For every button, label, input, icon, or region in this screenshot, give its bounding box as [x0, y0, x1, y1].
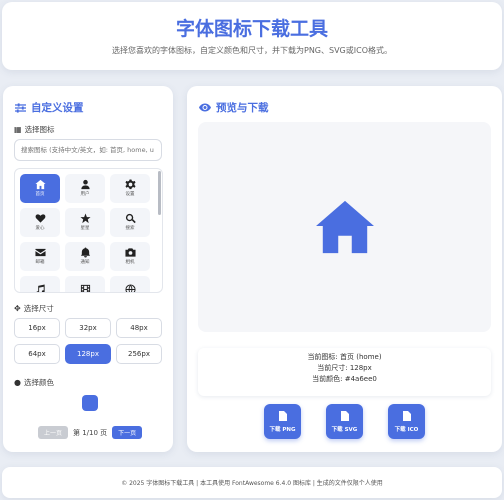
camera-icon — [124, 248, 136, 257]
download-png-label: 下载 PNG — [269, 426, 296, 433]
size-option-256px[interactable]: 256px — [116, 344, 162, 364]
settings-title-text: 自定义设置 — [31, 102, 84, 114]
icon-option-label: 爱心 — [35, 226, 45, 232]
file-icon — [402, 410, 411, 421]
film-icon — [80, 284, 90, 292]
icon-search-input[interactable] — [14, 139, 162, 161]
icon-option-gear[interactable]: 设置 — [110, 174, 150, 203]
select-color-label: ● 选择颜色 — [14, 377, 54, 388]
select-icon-label: ▦ 选择图标 — [14, 124, 55, 135]
preview-title: 预览与下载 — [199, 100, 269, 115]
download-ico-button[interactable]: 下载 ICO — [388, 404, 425, 439]
icon-option-bell[interactable]: 通知 — [65, 242, 105, 271]
download-svg-label: 下载 SVG — [331, 426, 358, 433]
size-option-64px[interactable]: 64px — [14, 344, 60, 364]
color-picker[interactable] — [82, 395, 98, 411]
search-icon — [125, 214, 136, 224]
file-image-icon — [278, 410, 287, 421]
house-icon — [315, 200, 374, 254]
select-size-label: ✥ 选择尺寸 — [14, 303, 54, 314]
star-icon — [79, 213, 91, 224]
file-code-icon — [340, 410, 349, 421]
pagination: 上一页 第 1/10 页 下一页 — [38, 426, 143, 439]
icon-option-house[interactable]: 首页 — [20, 174, 60, 203]
size-option-48px[interactable]: 48px — [116, 318, 162, 338]
bell-icon — [80, 247, 90, 258]
eye-icon — [199, 103, 211, 112]
prev-page-button[interactable]: 上一页 — [38, 426, 68, 439]
icon-preview-area — [198, 122, 491, 332]
preview-title-text: 预览与下载 — [216, 102, 269, 114]
heart-icon — [35, 214, 45, 223]
icon-grid: 首页 用户 设置爱心 星星 搜索邮箱 通知 相机 — [20, 174, 150, 292]
preview-panel: 预览与下载 当前图标: 首页 (home) 当前尺寸: 128px 当前颜色: … — [187, 86, 502, 452]
download-ico-label: 下载 ICO — [394, 426, 419, 433]
current-color-text: 当前颜色: #4a6ee0 — [312, 375, 377, 383]
icon-option-label: 首页 — [35, 192, 45, 198]
envelope-icon — [34, 249, 46, 257]
house-icon — [34, 180, 46, 190]
size-option-32px[interactable]: 32px — [65, 318, 111, 338]
icon-option-camera[interactable]: 相机 — [110, 242, 150, 271]
app-subtitle: 选择您喜欢的字体图标，自定义颜色和尺寸，并下载为PNG、SVG或ICO格式。 — [112, 46, 392, 55]
app-title: 字体图标下载工具 — [175, 18, 328, 40]
settings-title: 自定义设置 — [15, 100, 84, 115]
select-icon-text: 选择图标 — [24, 125, 55, 134]
header: 字体图标下载工具 选择您喜欢的字体图标，自定义颜色和尺寸，并下载为PNG、SVG… — [2, 2, 502, 70]
download-svg-button[interactable]: 下载 SVG — [326, 404, 363, 439]
icon-option-envelope[interactable]: 邮箱 — [20, 242, 60, 271]
icon-option-star[interactable]: 星星 — [65, 208, 105, 237]
size-option-128px[interactable]: 128px — [65, 344, 111, 364]
icon-option-label: 搜索 — [125, 226, 135, 232]
gear-icon — [124, 179, 136, 190]
user-icon — [80, 180, 90, 190]
current-size-text: 当前尺寸: 128px — [317, 364, 372, 372]
icon-option-globe[interactable] — [110, 276, 150, 292]
icon-option-label: 相机 — [125, 260, 135, 266]
icon-grid-panel[interactable]: 首页 用户 设置爱心 星星 搜索邮箱 通知 相机 — [14, 168, 163, 293]
icon-option-label: 设置 — [125, 192, 135, 198]
download-png-button[interactable]: 下载 PNG — [264, 404, 301, 439]
icon-option-heart[interactable]: 爱心 — [20, 208, 60, 237]
size-options: 16px 32px 48px 64px 128px 256px — [14, 318, 162, 364]
icon-info: 当前图标: 首页 (home) 当前尺寸: 128px 当前颜色: #4a6ee… — [198, 348, 491, 396]
current-icon-text: 当前图标: 首页 (home) — [307, 353, 382, 361]
download-buttons: 下载 PNG 下载 SVG 下载 ICO — [264, 404, 425, 439]
music-icon — [35, 283, 45, 292]
icon-option-label: 星星 — [80, 226, 90, 232]
settings-panel: 自定义设置 ▦ 选择图标 首页 用户 设置爱心 星星 搜索邮箱 通知 相机 ✥ 选择尺寸 1… — [3, 86, 173, 452]
page-indicator: 第 1/10 页 — [73, 428, 108, 437]
next-page-button[interactable]: 下一页 — [112, 426, 143, 439]
footer: © 2025 字体图标下载工具 | 本工具使用 FontAwesome 6.4.… — [2, 467, 502, 498]
expand-icon: ✥ — [14, 304, 21, 313]
footer-text: © 2025 字体图标下载工具 | 本工具使用 FontAwesome 6.4.… — [121, 480, 383, 487]
sliders-icon — [15, 102, 26, 113]
icon-option-film[interactable] — [65, 276, 105, 292]
icon-option-search[interactable]: 搜索 — [110, 208, 150, 237]
icon-option-label: 用户 — [80, 192, 90, 198]
palette-icon: ● — [14, 378, 21, 387]
icons-icon: ▦ — [14, 125, 22, 134]
select-color-text: 选择颜色 — [23, 378, 54, 387]
icon-grid-scrollbar[interactable] — [158, 171, 161, 215]
select-size-text: 选择尺寸 — [23, 304, 54, 313]
icon-option-user[interactable]: 用户 — [65, 174, 105, 203]
globe-icon — [125, 283, 135, 292]
icon-option-music[interactable] — [20, 276, 60, 292]
icon-option-label: 邮箱 — [35, 260, 45, 266]
icon-option-label: 通知 — [80, 260, 90, 266]
size-option-16px[interactable]: 16px — [14, 318, 60, 338]
